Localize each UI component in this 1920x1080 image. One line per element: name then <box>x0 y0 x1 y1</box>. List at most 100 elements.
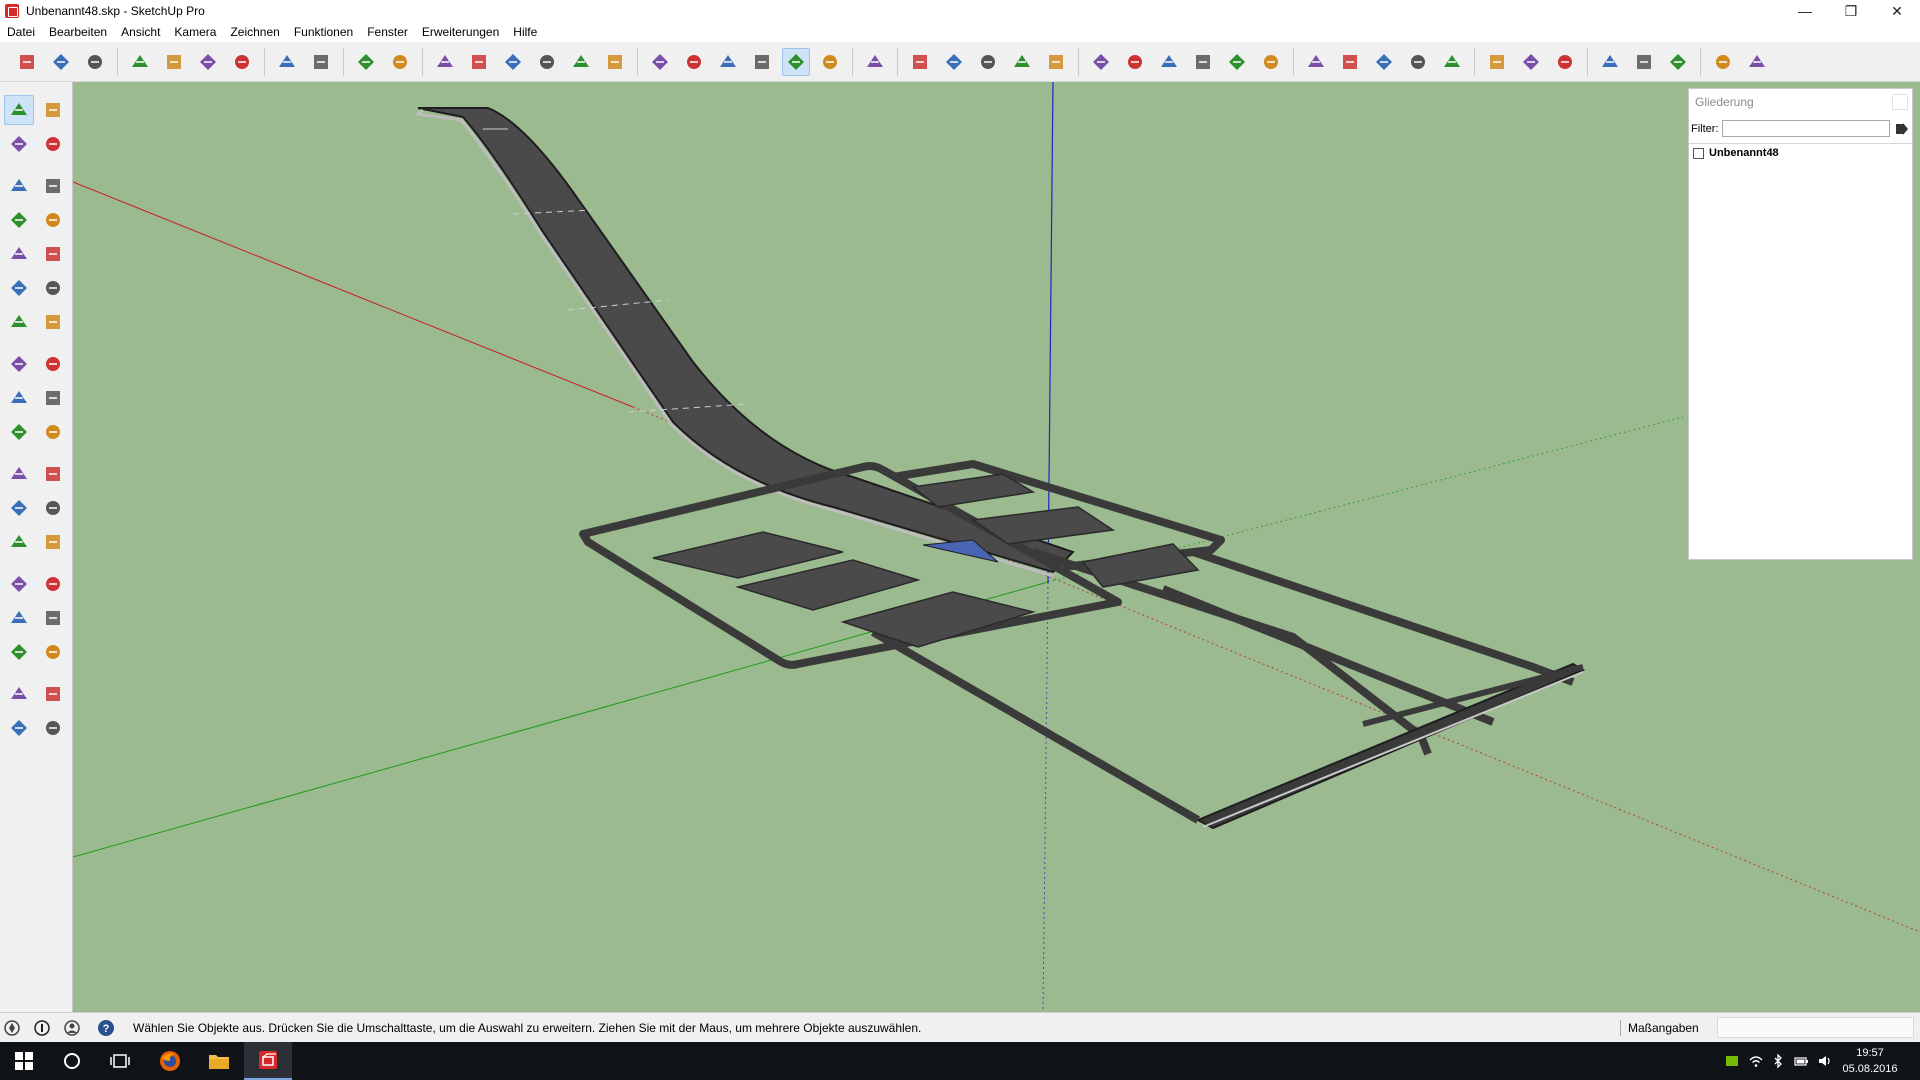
battery-icon[interactable] <box>1794 1054 1808 1068</box>
component-tool-button[interactable] <box>38 95 68 125</box>
rectangle-tool-button[interactable] <box>4 205 34 235</box>
monochrome-button[interactable] <box>861 48 889 76</box>
position-camera-button[interactable] <box>1483 48 1511 76</box>
perspective-button[interactable] <box>1551 48 1579 76</box>
shaded-textures-button[interactable] <box>816 48 844 76</box>
axes-button[interactable] <box>1596 48 1624 76</box>
menu-zeichnen[interactable]: Zeichnen <box>223 22 286 42</box>
system-clock[interactable]: 19:57 05.08.2016 <box>1830 1045 1910 1077</box>
filter-options-icon[interactable] <box>1895 122 1909 136</box>
new-button[interactable] <box>13 48 41 76</box>
sandbox-drape-button[interactable] <box>1404 48 1432 76</box>
zoom-window-tool-button[interactable] <box>38 603 68 633</box>
credits-icon[interactable] <box>33 1019 51 1037</box>
align-button[interactable] <box>1664 48 1692 76</box>
section-fill-button[interactable] <box>1008 48 1036 76</box>
circle-tool-button[interactable] <box>4 239 34 269</box>
front-view-button[interactable] <box>499 48 527 76</box>
erase-button[interactable] <box>228 48 256 76</box>
parallel-projection-button[interactable] <box>1517 48 1545 76</box>
connector-road[interactable] <box>870 628 1201 824</box>
sandbox-smoove-button[interactable] <box>1336 48 1364 76</box>
undo-button[interactable] <box>273 48 301 76</box>
3d-text-tool-button[interactable] <box>38 527 68 557</box>
user-icon[interactable] <box>63 1019 81 1037</box>
section-plane-tool-button[interactable] <box>38 713 68 743</box>
nvidia-tray-icon[interactable] <box>1725 1054 1739 1068</box>
maximize-button[interactable]: ❐ <box>1828 0 1874 22</box>
outer-shell-button[interactable] <box>1087 48 1115 76</box>
left-view-button[interactable] <box>601 48 629 76</box>
arc-tool-button[interactable] <box>4 273 34 303</box>
menu-funktionen[interactable]: Funktionen <box>287 22 360 42</box>
rotate-tool-button[interactable] <box>4 383 34 413</box>
move-tool-button[interactable] <box>4 349 34 379</box>
extension-manager-button[interactable] <box>1743 48 1771 76</box>
text-tool-button[interactable] <box>38 493 68 523</box>
rotated-rectangle-tool-button[interactable] <box>38 205 68 235</box>
union-button[interactable] <box>1155 48 1183 76</box>
minimize-button[interactable]: — <box>1782 0 1828 22</box>
top-view-button[interactable] <box>465 48 493 76</box>
wifi-icon[interactable] <box>1749 1054 1763 1068</box>
dimension-tool-button[interactable] <box>38 459 68 489</box>
sandbox-stamp-button[interactable] <box>1370 48 1398 76</box>
polygon-tool-button[interactable] <box>38 239 68 269</box>
cut-button[interactable] <box>126 48 154 76</box>
filter-input[interactable] <box>1722 120 1890 137</box>
scale-figure-button[interactable] <box>1630 48 1658 76</box>
position-camera-tool-button[interactable] <box>4 679 34 709</box>
back-edges-button[interactable] <box>680 48 708 76</box>
zoom-extents-tool-button[interactable] <box>4 637 34 667</box>
save-button[interactable] <box>81 48 109 76</box>
model-canvas[interactable] <box>73 82 1920 1012</box>
line-tool-button[interactable] <box>4 171 34 201</box>
menu-kamera[interactable]: Kamera <box>167 22 223 42</box>
wireframe-button[interactable] <box>714 48 742 76</box>
menu-fenster[interactable]: Fenster <box>360 22 415 42</box>
axes-tool-button[interactable] <box>4 527 34 557</box>
two-point-arc-tool-button[interactable] <box>38 273 68 303</box>
follow-me-tool-button[interactable] <box>38 383 68 413</box>
measurements-input[interactable] <box>1717 1017 1914 1038</box>
push-pull-tool-button[interactable] <box>38 349 68 379</box>
start-button[interactable] <box>0 1042 48 1080</box>
scale-tool-button[interactable] <box>4 417 34 447</box>
tape-measure-tool-button[interactable] <box>4 459 34 489</box>
trim-button[interactable] <box>1223 48 1251 76</box>
open-button[interactable] <box>47 48 75 76</box>
look-around-tool-button[interactable] <box>38 679 68 709</box>
previous-view-tool-button[interactable] <box>38 637 68 667</box>
outliner-close-button[interactable] <box>1892 94 1908 110</box>
close-button[interactable]: ✕ <box>1874 0 1920 22</box>
paint-bucket-tool-button[interactable] <box>4 129 34 159</box>
component-button[interactable] <box>906 48 934 76</box>
menu-erweiterungen[interactable]: Erweiterungen <box>415 22 506 42</box>
intersect-button[interactable] <box>1121 48 1149 76</box>
freehand-tool-button[interactable] <box>38 171 68 201</box>
xray-button[interactable] <box>646 48 674 76</box>
ramp-surface[interactable] <box>417 107 1075 574</box>
copy-button[interactable] <box>160 48 188 76</box>
sandbox-from-contours-button[interactable] <box>1302 48 1330 76</box>
model-info-button[interactable] <box>386 48 414 76</box>
select-tool-button[interactable] <box>4 95 34 125</box>
three-point-arc-tool-button[interactable] <box>4 307 34 337</box>
taskbar-firefox[interactable] <box>146 1042 194 1080</box>
offset-tool-button[interactable] <box>38 417 68 447</box>
subtract-button[interactable] <box>1189 48 1217 76</box>
menu-bearbeiten[interactable]: Bearbeiten <box>42 22 114 42</box>
search-button[interactable] <box>48 1042 96 1080</box>
back-view-button[interactable] <box>567 48 595 76</box>
outliner-item-model[interactable]: Unbenannt48 <box>1693 147 1779 159</box>
right-view-button[interactable] <box>533 48 561 76</box>
group-button[interactable] <box>940 48 968 76</box>
paste-button[interactable] <box>194 48 222 76</box>
end-cap-road[interactable] <box>1195 662 1586 830</box>
help-icon[interactable]: ? <box>97 1019 115 1037</box>
pan-tool-button[interactable] <box>38 569 68 599</box>
orbit-tool-button[interactable] <box>4 569 34 599</box>
pie-tool-button[interactable] <box>38 307 68 337</box>
zoom-tool-button[interactable] <box>4 603 34 633</box>
section-plane-button[interactable] <box>974 48 1002 76</box>
